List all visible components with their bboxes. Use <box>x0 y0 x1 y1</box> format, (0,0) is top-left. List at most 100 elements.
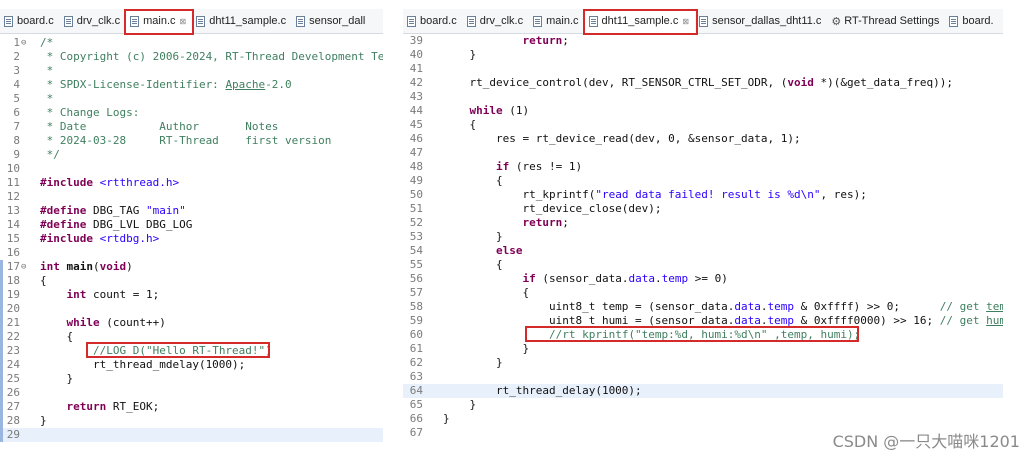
tab-sensor-dallas-dht11-c[interactable]: sensor_dallas_dht11.c <box>695 9 827 33</box>
code-line[interactable]: 62 } <box>403 356 1003 370</box>
code-text: * <box>40 92 54 105</box>
code-line[interactable]: 51 rt_device_close(dev); <box>403 202 1003 216</box>
tab-board-c[interactable]: board.c <box>0 9 60 33</box>
code-line[interactable]: 47 <box>403 146 1003 160</box>
tab-board-[interactable]: board. <box>945 9 999 33</box>
tab-dht11-sample-c[interactable]: dht11_sample.c <box>192 9 292 33</box>
code-text: { <box>443 286 530 299</box>
fold-toggle-icon[interactable]: ⊖ <box>21 260 26 274</box>
line-number: 45 <box>409 118 423 131</box>
code-line[interactable]: 11 #include <rtthread.h> <box>0 176 383 190</box>
code-line[interactable]: 19 int count = 1; <box>0 288 383 302</box>
code-line[interactable]: 28} <box>0 414 383 428</box>
code-line[interactable]: 58 uint8_t temp = (sensor_data.data.temp… <box>403 300 1003 314</box>
code-line[interactable]: 40 } <box>403 48 1003 62</box>
code-line[interactable]: 42 rt_device_control(dev, RT_SENSOR_CTRL… <box>403 76 1003 90</box>
code-line[interactable]: 48 if (res != 1) <box>403 160 1003 174</box>
line-number: 15 <box>6 232 20 245</box>
code-line[interactable]: 55 { <box>403 258 1003 272</box>
code-text: * Copyright (c) 2006-2024, RT-Thread Dev… <box>40 50 383 63</box>
code-line[interactable]: 44 while (1) <box>403 104 1003 118</box>
tab-drv-clk-c[interactable]: drv_clk.c <box>463 9 529 33</box>
right-code-editor[interactable]: 39 return; 40 } 41 42 rt_device_control(dev… <box>403 34 1003 462</box>
code-line[interactable]: 13 #define DBG_TAG "main" <box>0 204 383 218</box>
line-number: 60 <box>409 328 423 341</box>
line-number: 41 <box>409 62 423 75</box>
code-line[interactable]: 61 } <box>403 342 1003 356</box>
line-number: 56 <box>409 272 423 285</box>
line-number: 17 <box>6 260 20 273</box>
code-line[interactable]: 22 { <box>0 330 383 344</box>
code-line[interactable]: 26 <box>0 386 383 400</box>
code-line[interactable]: 15 #include <rtdbg.h> <box>0 232 383 246</box>
code-line[interactable]: 18 { <box>0 274 383 288</box>
code-line[interactable]: 2 * Copyright (c) 2006-2024, RT-Thread D… <box>0 50 383 64</box>
code-line[interactable]: 59 uint8_t humi = (sensor_data.data.temp… <box>403 314 1003 328</box>
c-file-icon <box>63 15 73 27</box>
code-line[interactable]: 24 rt_thread_mdelay(1000); <box>0 358 383 372</box>
code-line[interactable]: 3 * <box>0 64 383 78</box>
line-number: 19 <box>6 288 20 301</box>
code-line[interactable]: 6 * Change Logs: <box>0 106 383 120</box>
tab-rt-thread-settings[interactable]: ⚙ RT-Thread Settings <box>827 9 945 33</box>
code-text: rt_kprintf("read data failed! result is … <box>443 188 867 201</box>
code-line[interactable]: 52 return; <box>403 216 1003 230</box>
code-line[interactable]: 60 //rt_kprintf("temp:%d, humi:%d\n" ,te… <box>403 328 1003 342</box>
tab-dht11-sample-c[interactable]: dht11_sample.c ⊠ <box>584 9 696 33</box>
close-icon[interactable]: ⊠ <box>180 17 187 26</box>
code-line[interactable]: 21 while (count++) <box>0 316 383 330</box>
code-line[interactable]: 65 } <box>403 398 1003 412</box>
code-text: } <box>443 342 530 355</box>
code-line[interactable]: 45 { <box>403 118 1003 132</box>
code-line[interactable]: 49 { <box>403 174 1003 188</box>
line-number: 62 <box>409 356 423 369</box>
code-line[interactable]: 41 <box>403 62 1003 76</box>
code-text: #define DBG_LVL DBG_LOG <box>40 218 193 231</box>
close-icon[interactable]: ⊠ <box>682 17 689 26</box>
code-line[interactable]: 39 return; <box>403 34 1003 48</box>
code-line[interactable]: 43 <box>403 90 1003 104</box>
tab-main-c[interactable]: main.c <box>529 9 584 33</box>
code-line[interactable]: 66} <box>403 412 1003 426</box>
code-line[interactable]: 16 <box>0 246 383 260</box>
code-line[interactable]: 20 <box>0 302 383 316</box>
tab-main-c[interactable]: main.c ⊠ <box>126 9 193 33</box>
code-text: * Date Author Notes <box>40 120 279 133</box>
tab-drv-clk-c[interactable]: drv_clk.c <box>60 9 126 33</box>
code-line[interactable]: 56 if (sensor_data.data.temp >= 0) <box>403 272 1003 286</box>
code-line[interactable]: 12 <box>0 190 383 204</box>
code-line[interactable]: 57 { <box>403 286 1003 300</box>
code-line[interactable]: 63 <box>403 370 1003 384</box>
line-number: 11 <box>6 176 20 189</box>
code-line[interactable]: 17 ⊖ int main(void) <box>0 260 383 274</box>
code-line[interactable]: 9 */ <box>0 148 383 162</box>
code-line[interactable]: 1 ⊖ /* <box>0 36 383 50</box>
code-line[interactable]: 27 return RT_EOK; <box>0 400 383 414</box>
code-line[interactable]: 50 rt_kprintf("read data failed! result … <box>403 188 1003 202</box>
tab-board-c[interactable]: board.c <box>403 9 463 33</box>
code-text: rt_device_close(dev); <box>443 202 662 215</box>
line-number: 27 <box>6 400 20 413</box>
code-line[interactable]: 64 rt_thread_delay(1000); <box>403 384 1003 398</box>
code-text: * Change Logs: <box>40 106 140 119</box>
code-line[interactable]: 5 * <box>0 92 383 106</box>
code-line[interactable]: 29 <box>0 428 383 442</box>
code-line[interactable]: 46 res = rt_device_read(dev, 0, &sensor_… <box>403 132 1003 146</box>
code-line[interactable]: 54 else <box>403 244 1003 258</box>
tab-label: board.c <box>17 15 54 27</box>
code-line[interactable]: 4 * SPDX-License-Identifier: Apache-2.0 <box>0 78 383 92</box>
code-line[interactable]: 14 #define DBG_LVL DBG_LOG <box>0 218 383 232</box>
left-code-editor[interactable]: 1 ⊖/* 2 * Copyright (c) 2006-2024, RT-Thre… <box>0 34 383 462</box>
line-number: 55 <box>409 258 423 271</box>
code-text: { <box>443 258 503 271</box>
code-line[interactable]: 8 * 2024-03-28 RT-Thread first version <box>0 134 383 148</box>
code-line[interactable]: 10 <box>0 162 383 176</box>
tab-sensor-dall[interactable]: sensor_dall <box>292 9 371 33</box>
fold-toggle-icon[interactable]: ⊖ <box>21 36 26 50</box>
tab-label: RT-Thread Settings <box>844 15 940 27</box>
code-line[interactable]: 53 } <box>403 230 1003 244</box>
code-line[interactable]: 25 } <box>0 372 383 386</box>
code-line[interactable]: 7 * Date Author Notes <box>0 120 383 134</box>
tab-label: sensor_dall <box>309 15 366 27</box>
code-line[interactable]: 23 //LOG_D("Hello RT-Thread!") <box>0 344 383 358</box>
